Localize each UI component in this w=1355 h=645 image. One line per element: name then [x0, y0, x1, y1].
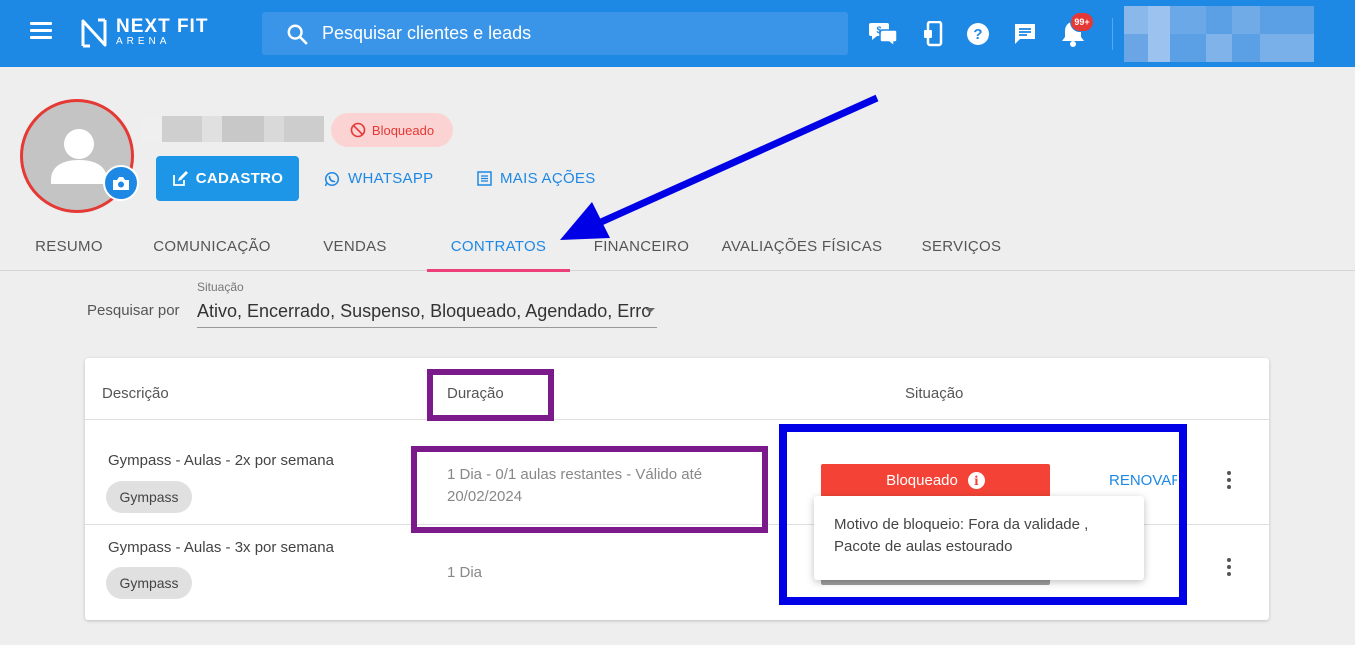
search-bar[interactable]: [262, 12, 848, 55]
row1-description: Gympass - Aulas - 2x por semana: [108, 452, 334, 469]
dropdown-arrow-icon: [645, 308, 655, 313]
block-icon: [350, 122, 366, 138]
edit-icon: [172, 170, 188, 186]
app-logo[interactable]: NEXT FIT ARENA: [80, 17, 208, 49]
row2-duration: 1 Dia: [447, 564, 483, 581]
row2-tag-chip[interactable]: Gympass: [106, 567, 192, 599]
help-icon[interactable]: ?: [963, 19, 993, 49]
situacao-value: Ativo, Encerrado, Suspenso, Bloqueado, A…: [197, 301, 652, 321]
row-divider: [85, 419, 1269, 420]
camera-button[interactable]: [103, 165, 139, 201]
whatsapp-icon: [324, 171, 340, 186]
svg-text:$: $: [876, 25, 881, 35]
header-situacao: Situação: [905, 385, 964, 402]
row1-more-icon[interactable]: [1219, 468, 1239, 492]
mobile-icon[interactable]: [918, 19, 948, 49]
menu-icon[interactable]: [30, 22, 52, 44]
logo-mark-icon: [81, 18, 107, 48]
user-avatar-blurred[interactable]: [1124, 6, 1314, 62]
annotation-arrow: [560, 94, 879, 240]
annotation-box-situacao: [779, 424, 1187, 605]
tab-vendas[interactable]: VENDAS: [315, 222, 395, 271]
message-icon[interactable]: [1010, 19, 1040, 49]
search-icon: [287, 24, 308, 44]
situacao-caption: Situação: [197, 280, 244, 294]
row1-tag-chip[interactable]: Gympass: [106, 481, 192, 513]
search-input[interactable]: [322, 23, 802, 44]
tab-comunicacao[interactable]: COMUNICAÇÃO: [148, 222, 276, 271]
cadastro-button[interactable]: CADASTRO: [156, 156, 299, 201]
topbar-divider: [1112, 18, 1113, 50]
tab-resumo[interactable]: RESUMO: [28, 222, 110, 271]
client-name-blurred: [140, 116, 324, 142]
tab-servicos[interactable]: SERVIÇOS: [916, 222, 1007, 271]
blocked-status-label: Bloqueado: [371, 122, 435, 138]
header-descricao: Descrição: [102, 385, 169, 402]
svg-text:?: ?: [973, 26, 982, 43]
blocked-status-chip: Bloqueado: [331, 113, 453, 147]
top-app-bar: NEXT FIT ARENA $ ?: [0, 0, 1355, 67]
cadastro-button-label: CADASTRO: [195, 170, 284, 187]
situacao-select[interactable]: Situação Ativo, Encerrado, Suspenso, Blo…: [197, 280, 657, 328]
logo-subtitle: ARENA: [116, 36, 171, 47]
annotation-box-duracao-cell: [411, 446, 768, 533]
row2-description: Gympass - Aulas - 3x por semana: [108, 539, 334, 556]
filter-label: Pesquisar por: [87, 302, 180, 319]
notification-badge: 99+: [1070, 12, 1094, 32]
list-icon: [477, 171, 492, 186]
logo-title: NEXT FIT: [116, 16, 209, 37]
row2-more-icon[interactable]: [1219, 555, 1239, 579]
chat-money-icon[interactable]: $: [868, 19, 898, 49]
camera-icon: [113, 176, 129, 190]
whatsapp-button[interactable]: WHATSAPP: [324, 156, 433, 201]
whatsapp-button-label: WHATSAPP: [348, 170, 434, 187]
annotation-box-duracao-header: [427, 369, 554, 421]
